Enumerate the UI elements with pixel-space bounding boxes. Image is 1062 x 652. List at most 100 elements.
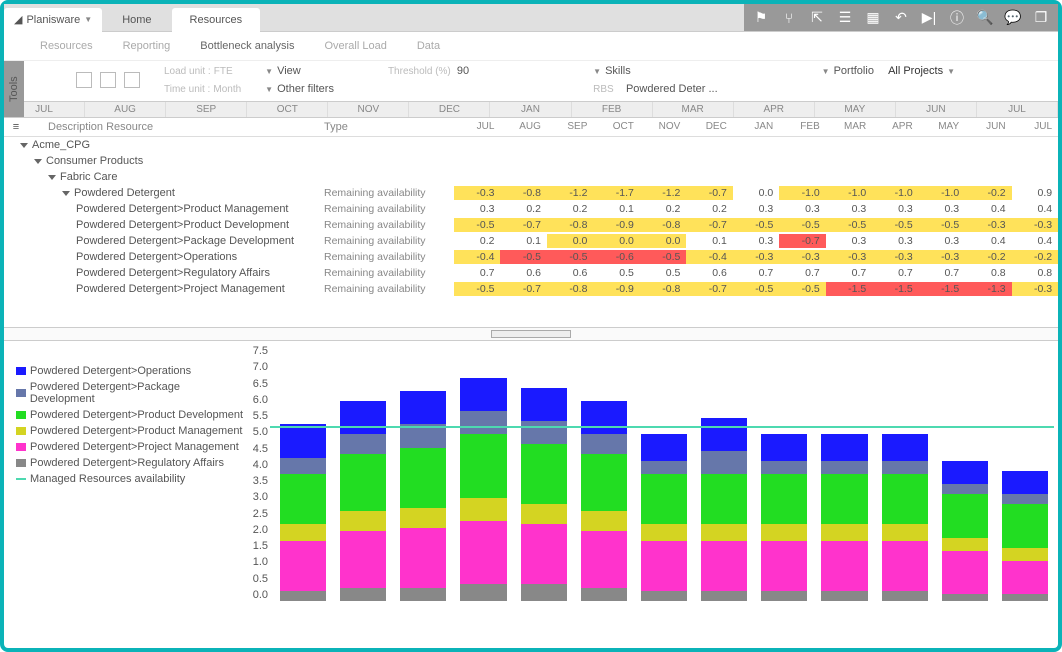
col-month[interactable]: JUL bbox=[1012, 121, 1058, 133]
cell[interactable]: -1.5 bbox=[826, 282, 872, 296]
col-description[interactable]: Description Resource bbox=[28, 121, 324, 133]
chat-icon[interactable]: 💬 bbox=[1004, 9, 1022, 27]
cell[interactable]: 0.7 bbox=[919, 266, 965, 280]
threshold-value[interactable]: 90 bbox=[457, 65, 469, 77]
caret-icon[interactable] bbox=[62, 191, 70, 196]
app-logo[interactable]: ◢ Planisware ▼ bbox=[4, 8, 102, 32]
splitter[interactable] bbox=[4, 327, 1058, 341]
cell[interactable]: -0.4 bbox=[454, 250, 500, 264]
cell[interactable]: 0.1 bbox=[686, 234, 732, 248]
cell[interactable]: -1.0 bbox=[919, 186, 965, 200]
cell[interactable]: -0.7 bbox=[686, 218, 732, 232]
list-icon[interactable]: ☰ bbox=[836, 9, 854, 27]
cell[interactable]: 0.0 bbox=[640, 234, 686, 248]
cell[interactable]: -1.2 bbox=[547, 186, 593, 200]
cell[interactable]: -0.8 bbox=[500, 186, 546, 200]
data-row[interactable]: Powdered Detergent>Product ManagementRem… bbox=[4, 201, 1058, 217]
cell[interactable]: 0.3 bbox=[733, 202, 779, 216]
cell[interactable]: 0.3 bbox=[872, 234, 918, 248]
col-month[interactable]: JAN bbox=[733, 121, 779, 133]
cell[interactable]: -0.3 bbox=[1012, 282, 1058, 296]
subnav-reporting[interactable]: Reporting bbox=[123, 40, 171, 52]
list-icon-small[interactable]: ≡ bbox=[4, 121, 28, 133]
col-month[interactable]: MAR bbox=[826, 121, 872, 133]
cell[interactable]: -0.7 bbox=[500, 282, 546, 296]
cell[interactable]: 0.2 bbox=[454, 234, 500, 248]
cell[interactable]: 0.3 bbox=[826, 234, 872, 248]
cell[interactable]: -0.5 bbox=[640, 250, 686, 264]
cell[interactable]: 0.8 bbox=[1012, 266, 1058, 280]
data-row[interactable]: Powdered Detergent>Package DevelopmentRe… bbox=[4, 233, 1058, 249]
cell[interactable]: 0.7 bbox=[733, 266, 779, 280]
search-icon[interactable]: 🔍 bbox=[976, 9, 994, 27]
legend-item[interactable]: Powdered Detergent>Product Management bbox=[16, 425, 244, 437]
legend-item[interactable]: Powdered Detergent>Project Management bbox=[16, 441, 244, 453]
bar-column[interactable] bbox=[581, 401, 627, 601]
caret-icon[interactable] bbox=[48, 175, 56, 180]
tree-row[interactable]: Fabric Care bbox=[4, 169, 1058, 185]
copy-icon[interactable] bbox=[76, 72, 92, 88]
cell[interactable]: -1.0 bbox=[826, 186, 872, 200]
tab-resources[interactable]: Resources bbox=[172, 8, 261, 32]
cell[interactable]: 0.9 bbox=[1012, 186, 1058, 200]
cell[interactable]: 0.4 bbox=[1012, 234, 1058, 248]
cell[interactable]: 0.2 bbox=[640, 202, 686, 216]
cell[interactable]: 0.6 bbox=[500, 266, 546, 280]
bar-column[interactable] bbox=[821, 434, 867, 601]
cell[interactable]: 0.0 bbox=[733, 186, 779, 200]
col-month[interactable]: OCT bbox=[593, 121, 639, 133]
col-month[interactable]: JUN bbox=[965, 121, 1011, 133]
cell[interactable]: -0.7 bbox=[500, 218, 546, 232]
bar-column[interactable] bbox=[882, 434, 928, 601]
cell[interactable]: -1.3 bbox=[965, 282, 1011, 296]
cell[interactable]: -1.0 bbox=[872, 186, 918, 200]
cell[interactable]: -0.5 bbox=[547, 250, 593, 264]
caret-icon[interactable] bbox=[20, 143, 28, 148]
skills-dropdown[interactable]: ▼Skills bbox=[593, 65, 718, 77]
cell[interactable]: -0.7 bbox=[686, 282, 732, 296]
cell[interactable]: 0.4 bbox=[1012, 202, 1058, 216]
tree-row[interactable]: Acme_CPG bbox=[4, 137, 1058, 153]
cell[interactable]: 0.0 bbox=[547, 234, 593, 248]
bar-column[interactable] bbox=[1002, 471, 1048, 601]
splitter-handle[interactable] bbox=[491, 330, 571, 338]
cell[interactable]: 0.4 bbox=[965, 234, 1011, 248]
cell[interactable]: -0.5 bbox=[500, 250, 546, 264]
cell[interactable]: -0.3 bbox=[826, 250, 872, 264]
cell[interactable]: 0.4 bbox=[965, 202, 1011, 216]
caret-icon[interactable] bbox=[34, 159, 42, 164]
subnav-overall[interactable]: Overall Load bbox=[324, 40, 386, 52]
cell[interactable]: -0.5 bbox=[454, 282, 500, 296]
cell[interactable]: -0.5 bbox=[454, 218, 500, 232]
cell[interactable]: -1.5 bbox=[919, 282, 965, 296]
tools-tab[interactable]: Tools bbox=[4, 61, 24, 117]
bar-column[interactable] bbox=[942, 461, 988, 601]
expand-icon[interactable]: ⇱ bbox=[808, 9, 826, 27]
bar-column[interactable] bbox=[340, 401, 386, 601]
cell[interactable]: 0.3 bbox=[872, 202, 918, 216]
cell[interactable]: -0.9 bbox=[593, 218, 639, 232]
legend-item[interactable]: Powdered Detergent>Package Development bbox=[16, 381, 244, 405]
cell[interactable]: -0.2 bbox=[965, 250, 1011, 264]
legend-item[interactable]: Powdered Detergent>Operations bbox=[16, 365, 244, 377]
bar-column[interactable] bbox=[521, 388, 567, 601]
other-filters-dropdown[interactable]: ▼Other filters bbox=[265, 83, 334, 95]
cell[interactable]: -0.5 bbox=[826, 218, 872, 232]
cell[interactable]: -0.8 bbox=[547, 282, 593, 296]
cell[interactable]: -0.2 bbox=[965, 186, 1011, 200]
cell[interactable]: 0.7 bbox=[872, 266, 918, 280]
cell[interactable]: 0.3 bbox=[779, 202, 825, 216]
cell[interactable]: -0.5 bbox=[733, 218, 779, 232]
data-row[interactable]: Powdered DetergentRemaining availability… bbox=[4, 185, 1058, 201]
legend-item[interactable]: Managed Resources availability bbox=[16, 473, 244, 485]
cell[interactable]: -0.6 bbox=[593, 250, 639, 264]
subnav-bottleneck[interactable]: Bottleneck analysis bbox=[200, 40, 294, 52]
col-month[interactable]: AUG bbox=[500, 121, 546, 133]
window-icon[interactable]: ❐ bbox=[1032, 9, 1050, 27]
cell[interactable]: -1.5 bbox=[872, 282, 918, 296]
cell[interactable]: -0.2 bbox=[1012, 250, 1058, 264]
cell[interactable]: 0.6 bbox=[686, 266, 732, 280]
cell[interactable]: 0.7 bbox=[779, 266, 825, 280]
cell[interactable]: -0.3 bbox=[779, 250, 825, 264]
cell[interactable]: -0.3 bbox=[919, 250, 965, 264]
